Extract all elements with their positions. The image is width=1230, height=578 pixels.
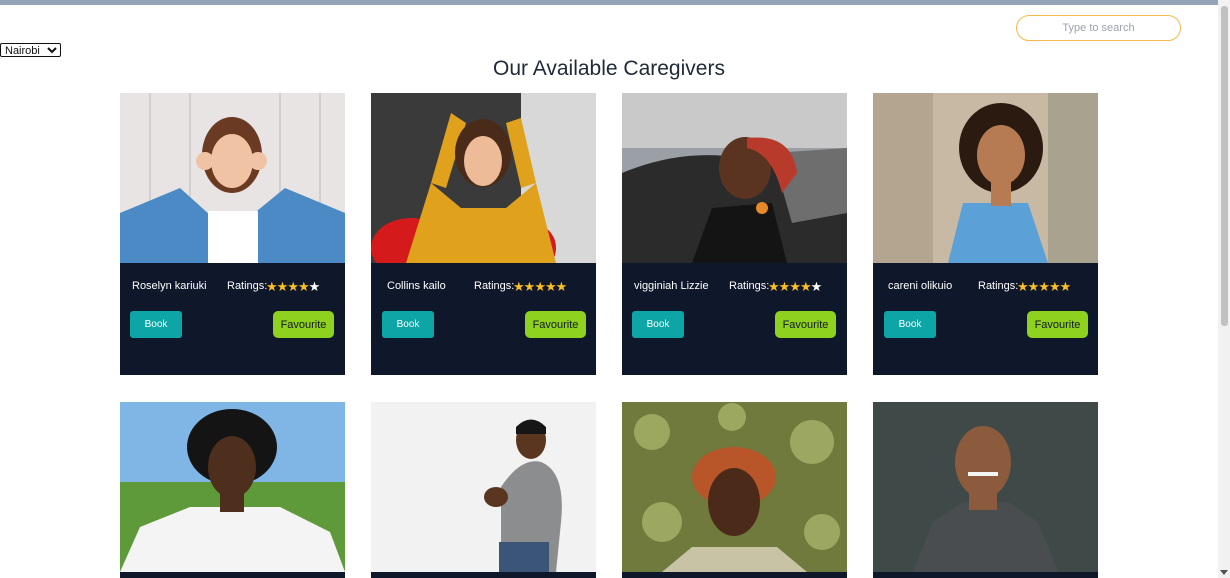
star-filled-icon: ★	[1017, 279, 1029, 294]
caregiver-card	[622, 402, 847, 578]
star-filled-icon: ★	[1048, 279, 1061, 294]
book-button[interactable]: Book	[382, 311, 434, 338]
book-button[interactable]: Book	[632, 311, 684, 338]
star-rating: ★★★★★	[266, 279, 321, 295]
caregiver-photo	[622, 93, 847, 263]
star-filled-icon: ★	[1059, 279, 1072, 294]
favourite-button[interactable]: Favourite	[1027, 311, 1088, 338]
star-rating: ★★★★★	[1017, 279, 1072, 295]
caregiver-name: Roselyn kariuki	[132, 280, 207, 292]
book-button[interactable]: Book	[130, 311, 182, 338]
star-empty-icon: ★	[308, 279, 321, 294]
caregiver-photo	[873, 93, 1098, 263]
caregiver-card	[371, 402, 596, 578]
search-input[interactable]	[1016, 15, 1181, 41]
star-filled-icon: ★	[555, 279, 568, 294]
book-button[interactable]: Book	[884, 311, 936, 338]
top-accent-bar	[0, 0, 1230, 5]
star-filled-icon: ★	[523, 279, 536, 294]
caregiver-name: vigginiah Lizzie	[634, 280, 709, 292]
star-filled-icon: ★	[513, 279, 525, 294]
caregiver-card: Roselyn kariuki Ratings: ★★★★★ Book Favo…	[120, 93, 345, 375]
star-filled-icon: ★	[1027, 279, 1040, 294]
caregiver-card: careni olikuio Ratings: ★★★★★ Book Favou…	[873, 93, 1098, 375]
star-filled-icon: ★	[287, 279, 299, 294]
caregiver-card	[873, 402, 1098, 578]
page-title: Our Available Caregivers	[493, 57, 725, 80]
caregiver-card: vigginiah Lizzie Ratings: ★★★★★ Book Fav…	[622, 93, 847, 375]
caregiver-card	[120, 402, 345, 578]
star-filled-icon: ★	[534, 279, 546, 294]
star-filled-icon: ★	[768, 279, 780, 294]
ratings-label: Ratings:	[227, 280, 268, 292]
caregiver-photo	[873, 402, 1098, 572]
star-filled-icon: ★	[297, 279, 310, 294]
ratings-label: Ratings:	[729, 280, 770, 292]
caregiver-photo	[371, 93, 596, 263]
star-filled-icon: ★	[266, 279, 278, 294]
star-filled-icon: ★	[799, 279, 812, 294]
favourite-button[interactable]: Favourite	[525, 311, 586, 338]
star-filled-icon: ★	[276, 279, 289, 294]
star-rating: ★★★★★	[768, 279, 823, 295]
location-select[interactable]: Nairobi	[0, 43, 61, 57]
scroll-down-arrow-icon[interactable]	[1220, 570, 1228, 575]
scrollbar-thumb[interactable]	[1221, 6, 1228, 326]
star-filled-icon: ★	[1038, 279, 1050, 294]
ratings-label: Ratings:	[474, 280, 515, 292]
ratings-label: Ratings:	[978, 280, 1019, 292]
caregiver-photo	[622, 402, 847, 572]
caregiver-photo	[120, 402, 345, 572]
star-filled-icon: ★	[778, 279, 791, 294]
caregiver-photo	[371, 402, 596, 572]
caregiver-card: Collins kailo Ratings: ★★★★★ Book Favour…	[371, 93, 596, 375]
star-rating: ★★★★★	[513, 279, 568, 295]
caregiver-name: careni olikuio	[888, 280, 953, 292]
favourite-button[interactable]: Favourite	[775, 311, 836, 338]
vertical-scrollbar[interactable]	[1218, 0, 1230, 578]
favourite-button[interactable]: Favourite	[273, 311, 334, 338]
star-filled-icon: ★	[789, 279, 801, 294]
star-empty-icon: ★	[810, 279, 823, 294]
caregiver-name: Collins kailo	[387, 280, 446, 292]
caregiver-photo	[120, 93, 345, 263]
star-filled-icon: ★	[544, 279, 557, 294]
